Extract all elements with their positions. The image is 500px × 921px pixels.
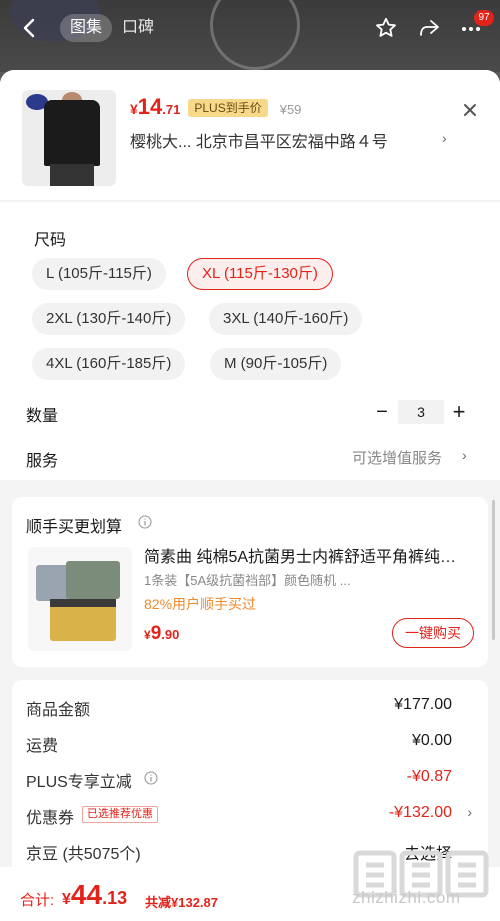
- service-selector[interactable]: 可选增值服务: [352, 447, 442, 468]
- size-option-3xl[interactable]: 3XL (140斤-160斤): [209, 303, 363, 335]
- close-icon[interactable]: [460, 100, 480, 120]
- info-icon[interactable]: [144, 771, 158, 785]
- info-icon[interactable]: [138, 515, 152, 529]
- total-discount: 共减¥132.87: [145, 895, 218, 910]
- plus-price-tag: PLUS到手价: [188, 99, 268, 117]
- total-label: 合计:: [20, 892, 55, 909]
- plus-discount-label: PLUS专享立减: [26, 774, 132, 791]
- size-option-4xl[interactable]: 4XL (160斤-185斤): [32, 348, 186, 380]
- summary-row-shipping: 运费 ¥0.00: [26, 732, 476, 756]
- product-thumbnail[interactable]: [22, 90, 116, 186]
- goods-amount-label: 商品金额: [26, 702, 91, 719]
- quantity-increase-button[interactable]: +: [450, 399, 468, 425]
- goods-amount-value: ¥177.00: [394, 696, 452, 713]
- tab-gallery[interactable]: 图集: [60, 14, 113, 42]
- total-integer: 44: [70, 879, 103, 910]
- price-symbol: ¥: [130, 101, 138, 117]
- chevron-right-icon[interactable]: ›: [462, 447, 467, 463]
- combo-price: ¥ 9 .90: [144, 623, 179, 645]
- jingdou-label: 京豆 (共5075个): [26, 846, 141, 863]
- scrollbar[interactable]: [492, 500, 495, 640]
- size-option-xl-selected[interactable]: XL (115斤-130斤): [187, 258, 333, 290]
- quantity-label: 数量: [26, 408, 59, 425]
- combo-product-spec[interactable]: 1条装【5A级抗菌裆部】颜色随机 ...: [144, 570, 384, 589]
- size-option-m[interactable]: M (90斤-105斤): [210, 348, 342, 380]
- delivery-address[interactable]: 樱桃大... 北京市昌平区宏福中路４号: [130, 128, 460, 151]
- coupon-label: 优惠券: [26, 810, 75, 827]
- back-icon[interactable]: [18, 16, 42, 40]
- favorite-star-icon[interactable]: [374, 16, 398, 40]
- chevron-right-icon[interactable]: ›: [467, 804, 472, 820]
- background-product-image: [210, 0, 300, 70]
- chevron-right-icon[interactable]: ›: [442, 130, 452, 146]
- quantity-input[interactable]: 3: [398, 400, 444, 424]
- summary-row-goods: 商品金额 ¥177.00: [26, 696, 476, 720]
- price-integer: 14: [137, 94, 163, 119]
- watermark-text: zhizhizhi.com: [352, 888, 461, 907]
- top-header: 图集 口碑 97: [0, 0, 500, 72]
- size-title: 尺码: [34, 232, 67, 249]
- tab-reviews[interactable]: 口碑: [122, 14, 154, 42]
- coupon-value: -¥132.00: [388, 804, 452, 821]
- combo-recommendation-card: 顺手买更划算 简素曲 纯棉5A抗菌男士内裤舒适平角裤纯… 1条装【5A级抗菌裆部…: [12, 497, 488, 667]
- combo-price-integer: 9: [150, 623, 162, 644]
- total-price: ¥ 44 .13: [62, 879, 127, 911]
- combo-price-symbol: ¥: [144, 628, 151, 642]
- service-label: 服务: [26, 453, 59, 470]
- total-symbol: ¥: [62, 891, 71, 908]
- summary-row-coupon[interactable]: 优惠券 已选推荐优惠 -¥132.00 ›: [26, 804, 476, 828]
- combo-product-name[interactable]: 简素曲 纯棉5A抗菌男士内裤舒适平角裤纯…: [144, 543, 474, 567]
- price-row: ¥ 14 .71 PLUS到手价 ¥59: [130, 94, 301, 120]
- shipping-label: 运费: [26, 738, 59, 755]
- combo-purchase-rate: 82%用户顺手买过: [144, 596, 257, 612]
- message-count-badge: 97: [474, 10, 494, 26]
- sku-header: ¥ 14 .71 PLUS到手价 ¥59 樱桃大... 北京市昌平区宏福中路４号…: [0, 70, 500, 200]
- summary-row-plus: PLUS专享立减 -¥0.87: [26, 768, 476, 792]
- size-section: 尺码 L (105斤-115斤) XL (115斤-130斤) 2XL (130…: [0, 202, 500, 480]
- total-decimal: .13: [102, 888, 128, 908]
- sku-selection-sheet: ¥ 14 .71 PLUS到手价 ¥59 樱桃大... 北京市昌平区宏福中路４号…: [0, 70, 500, 921]
- share-icon[interactable]: [417, 16, 441, 40]
- one-click-buy-button[interactable]: 一键购买: [392, 618, 474, 648]
- combo-spec-more: ...: [339, 573, 351, 588]
- size-option-l[interactable]: L (105斤-115斤): [32, 258, 166, 290]
- quantity-decrease-button[interactable]: −: [374, 401, 390, 424]
- combo-product-image[interactable]: [28, 547, 132, 651]
- combo-title: 顺手买更划算: [26, 519, 123, 536]
- combo-spec-text: 1条装【5A级抗菌裆部】颜色随机: [144, 573, 337, 588]
- plus-discount-value: -¥0.87: [406, 768, 452, 785]
- combo-price-decimal: .90: [161, 627, 180, 642]
- price-decimal: .71: [162, 102, 181, 117]
- size-option-2xl[interactable]: 2XL (130斤-140斤): [32, 303, 186, 335]
- original-price: ¥59: [279, 102, 302, 117]
- recommended-coupon-tag: 已选推荐优惠: [82, 806, 158, 823]
- shipping-value: ¥0.00: [411, 732, 452, 749]
